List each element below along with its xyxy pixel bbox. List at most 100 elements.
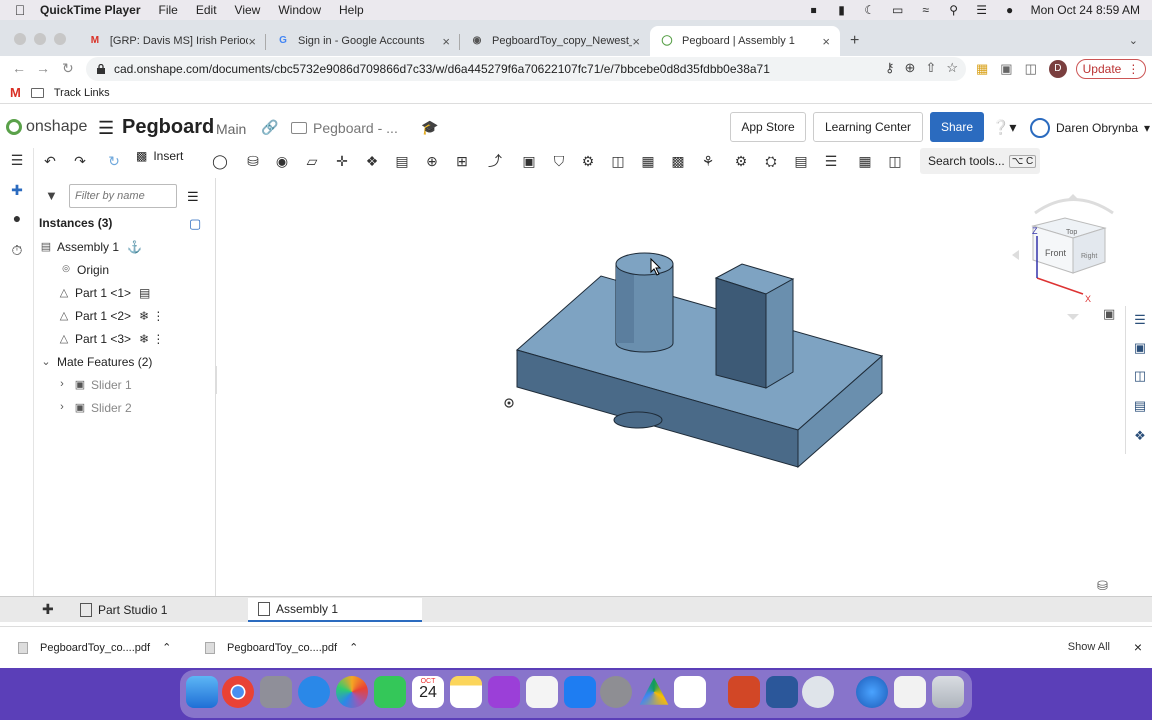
minimize-window-icon[interactable] xyxy=(34,33,46,45)
ball-mate-icon[interactable]: ⊕ xyxy=(422,151,442,171)
mate-connector-icon[interactable]: ▣ xyxy=(519,151,539,171)
google-drive-icon[interactable] xyxy=(639,677,669,705)
wifi-icon[interactable]: ≈ xyxy=(919,4,933,16)
menu-app-name[interactable]: QuickTime Player xyxy=(40,3,141,17)
help-icon[interactable]: ❔▾ xyxy=(992,119,1016,136)
learning-center-button[interactable]: Learning Center xyxy=(813,112,923,142)
close-tab-icon[interactable]: × xyxy=(442,34,450,49)
close-downloads-icon[interactable]: × xyxy=(1134,639,1142,655)
photos-icon[interactable] xyxy=(336,676,368,708)
battery-icon[interactable]: ▭ xyxy=(891,4,905,16)
viewcube-up-arrow[interactable] xyxy=(1067,194,1079,200)
facetime-icon[interactable] xyxy=(374,676,406,708)
named-views-icon[interactable]: ▦ xyxy=(855,151,875,171)
onshape-logo[interactable]: onshape xyxy=(6,118,87,136)
slider-mate-icon[interactable]: ▱ xyxy=(302,151,322,171)
launchpad-icon[interactable] xyxy=(260,676,292,708)
close-tab-icon[interactable]: × xyxy=(248,34,256,49)
share-button[interactable]: Share xyxy=(930,112,984,142)
gmail-bookmark-icon[interactable]: M xyxy=(10,85,21,100)
browser-tab-onshape-active[interactable]: ◯ Pegboard | Assembly 1 × xyxy=(650,26,840,56)
menu-help[interactable]: Help xyxy=(339,3,364,17)
chevron-right-icon[interactable]: › xyxy=(55,378,69,392)
bookmark-track-links[interactable]: Track Links xyxy=(54,87,110,99)
measure-icon[interactable]: ▤ xyxy=(791,151,811,171)
gear-relation-icon[interactable]: ⚙ xyxy=(578,151,598,171)
group-icon[interactable]: ⛉ xyxy=(549,151,569,171)
control-center-icon[interactable]: ☰ xyxy=(975,4,989,16)
menu-edit[interactable]: Edit xyxy=(196,3,217,17)
list-view-icon[interactable]: ☰ xyxy=(187,189,199,205)
view-cube[interactable]: Top Front Right X Z xyxy=(1012,194,1138,320)
document-name[interactable]: Pegboard xyxy=(122,116,214,139)
mass-properties-icon[interactable]: ▤ xyxy=(1130,398,1150,418)
bookmark-star-icon[interactable]: ☆ xyxy=(946,60,958,76)
close-tab-icon[interactable]: × xyxy=(822,34,830,49)
add-folder-icon[interactable]: ▢ xyxy=(189,216,201,232)
add-element-plus-icon[interactable]: ✚ xyxy=(42,601,54,618)
news-icon[interactable] xyxy=(526,676,558,708)
menu-file[interactable]: File xyxy=(159,3,178,17)
section-view-icon[interactable]: ☰ xyxy=(821,151,841,171)
screw-relation-icon[interactable]: ▦ xyxy=(638,151,658,171)
spotlight-icon[interactable]: ⚲ xyxy=(947,4,961,16)
bill-of-materials-icon[interactable]: ◫ xyxy=(885,151,905,171)
insert-button[interactable]: ▩ Insert xyxy=(136,149,183,163)
tree-item-origin[interactable]: ◎ Origin xyxy=(59,259,109,281)
properties-icon[interactable]: ☰ xyxy=(1130,312,1150,332)
browser-tab-google-signin[interactable]: G Sign in - Google Accounts × xyxy=(266,26,460,56)
graphics-area[interactable]: Top Front Right X Z ▣ ⛁ ⚖ xyxy=(217,178,1139,596)
replicate-icon[interactable]: ⚘ xyxy=(698,151,718,171)
apple-menu-icon[interactable]:  xyxy=(0,2,40,18)
parallel-mate-icon[interactable]: ⊞ xyxy=(452,151,472,171)
update-button[interactable]: Update ⋮ xyxy=(1076,59,1146,79)
planar-mate-icon[interactable]: ▤ xyxy=(392,151,412,171)
tab-search-chevron-icon[interactable]: ⌄ xyxy=(1129,34,1138,47)
close-tab-icon[interactable]: × xyxy=(632,34,640,49)
chevron-up-icon[interactable]: ⌃ xyxy=(349,641,358,654)
user-menu[interactable]: Daren Obrynba ▾ xyxy=(1030,118,1150,138)
chevron-up-icon[interactable]: ⌃ xyxy=(162,641,171,654)
branch-name[interactable]: Main xyxy=(216,121,246,137)
notes-icon[interactable] xyxy=(450,676,482,708)
reload-icon[interactable]: ↻ xyxy=(62,60,74,77)
chevron-right-icon[interactable]: › xyxy=(55,401,69,415)
slack-icon[interactable] xyxy=(674,676,706,708)
feature-list-icon[interactable]: ☰ xyxy=(8,152,26,170)
browser-tab-pegboard-copy[interactable]: ◉ PegboardToy_copy_Newest_2 × xyxy=(460,26,650,56)
user-switch-icon[interactable]: ● xyxy=(1003,4,1017,16)
menu-view[interactable]: View xyxy=(235,3,261,17)
tree-item-slider-2[interactable]: › ▣ Slider 2 xyxy=(55,397,132,419)
search-tools-input[interactable]: Search tools... ⌥ C xyxy=(920,148,1040,174)
key-icon[interactable]: ⚷ xyxy=(885,60,895,76)
tab-part-studio-1[interactable]: Part Studio 1 xyxy=(70,598,246,622)
model-viewport[interactable]: Top Front Right X Z ▣ ⛁ ⚖ xyxy=(217,178,1139,596)
sidebar-icon[interactable]: ◫ xyxy=(1025,61,1037,77)
linear-relation-icon[interactable]: ▩ xyxy=(668,151,688,171)
view-options-cube-icon[interactable]: ▣ xyxy=(1103,307,1115,322)
cylindrical-mate-icon[interactable]: ✛ xyxy=(332,151,352,171)
forward-arrow-icon[interactable]: → xyxy=(36,60,50,76)
quicktime-icon[interactable] xyxy=(802,676,834,708)
tree-item-part-1-1[interactable]: △ Part 1 <1> ▤ xyxy=(57,282,151,304)
audio-icon[interactable]: ▮ xyxy=(835,4,849,16)
tab-assembly-1[interactable]: Assembly 1 xyxy=(248,598,422,622)
focus-icon[interactable]: ☾ xyxy=(863,4,877,16)
timer-icon[interactable]: ⏱ xyxy=(8,242,26,260)
fastened-mate-icon[interactable]: ⛁ xyxy=(243,151,263,171)
add-instance-icon[interactable]: ✚ xyxy=(8,182,26,200)
podcasts-icon[interactable] xyxy=(488,676,520,708)
trash-icon[interactable] xyxy=(932,676,964,708)
render-mode-icon[interactable]: ⛁ xyxy=(1097,579,1108,594)
tree-item-part-1-2[interactable]: △ Part 1 <2> ❄ ⋮ xyxy=(57,305,165,327)
zoom-window-icon[interactable] xyxy=(54,33,66,45)
instance-icon[interactable]: ◯ xyxy=(210,151,230,171)
regenerate-icon[interactable]: ↻ xyxy=(104,151,124,171)
app-store-button[interactable]: App Store xyxy=(730,112,806,142)
viewcube-down-arrow[interactable] xyxy=(1067,314,1079,320)
share-page-icon[interactable]: ⇧ xyxy=(925,60,936,76)
rack-pinion-icon[interactable]: ◫ xyxy=(608,151,628,171)
menu-window[interactable]: Window xyxy=(278,3,321,17)
show-all-downloads[interactable]: Show All xyxy=(1068,641,1110,653)
zoom-icon[interactable]: ⊕ xyxy=(905,60,916,76)
